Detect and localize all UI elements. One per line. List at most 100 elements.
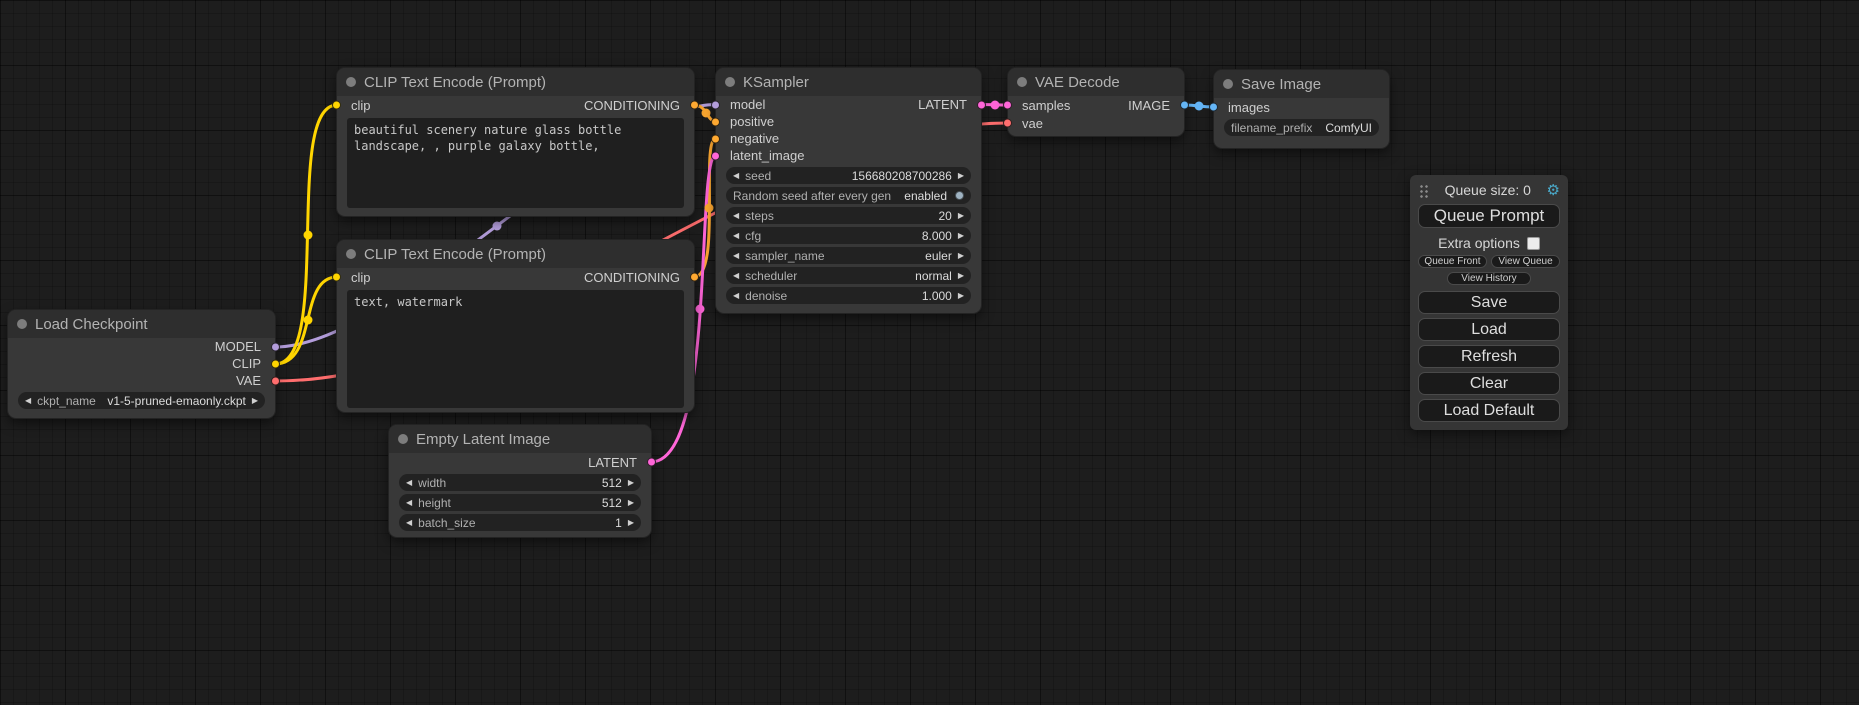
output-slot-label: MODEL <box>215 339 261 354</box>
comfy-menu-panel[interactable]: Queue size: 0 ⚙ Queue Prompt Extra optio… <box>1410 175 1568 430</box>
increment-arrow-icon[interactable]: ▶ <box>628 499 634 507</box>
widget-name: height <box>418 496 451 510</box>
decrement-arrow-icon[interactable]: ◀ <box>406 519 412 527</box>
node-titlebar[interactable]: KSampler <box>716 68 981 96</box>
increment-arrow-icon[interactable]: ▶ <box>958 232 964 240</box>
output-slot-clip-dot[interactable] <box>271 359 280 368</box>
increment-arrow-icon[interactable]: ▶ <box>628 479 634 487</box>
output-slot-label: VAE <box>236 373 261 388</box>
node-title: Load Checkpoint <box>35 316 148 333</box>
node-titlebar[interactable]: Empty Latent Image <box>389 425 651 453</box>
output-slot-conditioning-dot[interactable] <box>690 101 699 110</box>
increment-arrow-icon[interactable]: ▶ <box>958 172 964 180</box>
decrement-arrow-icon[interactable]: ◀ <box>733 212 739 220</box>
graph-canvas[interactable]: Load Checkpoint MODEL CLIP VAE ◀ ckpt_na… <box>0 0 1859 705</box>
widget-denoise[interactable]: ◀ denoise 1.000 ▶ <box>726 287 971 304</box>
decrement-arrow-icon[interactable]: ◀ <box>733 292 739 300</box>
output-slot-latent-dot[interactable] <box>647 458 656 467</box>
clear-button[interactable]: Clear <box>1418 372 1560 395</box>
slot-row: model LATENT <box>716 96 981 113</box>
node-collapse-dot[interactable] <box>398 434 408 444</box>
slot-row: clip CONDITIONING <box>337 268 694 286</box>
node-ksampler[interactable]: KSampler model LATENT positive negative … <box>716 68 981 313</box>
widget-ckpt-name[interactable]: ◀ ckpt_name v1-5-pruned-emaonly.ckpt ▶ <box>18 392 265 409</box>
widget-filename-prefix[interactable]: filename_prefix ComfyUI <box>1224 119 1379 136</box>
decrement-arrow-icon[interactable]: ◀ <box>406 479 412 487</box>
decrement-arrow-icon[interactable]: ◀ <box>733 272 739 280</box>
input-slot-positive-dot[interactable] <box>711 117 720 126</box>
widget-height[interactable]: ◀ height 512 ▶ <box>399 494 641 511</box>
node-clip-text-encode-negative[interactable]: CLIP Text Encode (Prompt) clip CONDITION… <box>337 240 694 412</box>
input-slot-negative-dot[interactable] <box>711 134 720 143</box>
node-titlebar[interactable]: Save Image <box>1214 70 1389 98</box>
widget-steps[interactable]: ◀ steps 20 ▶ <box>726 207 971 224</box>
node-collapse-dot[interactable] <box>346 77 356 87</box>
widget-width[interactable]: ◀ width 512 ▶ <box>399 474 641 491</box>
prompt-textarea[interactable]: beautiful scenery nature glass bottle la… <box>347 118 684 208</box>
widget-scheduler[interactable]: ◀ scheduler normal ▶ <box>726 267 971 284</box>
node-collapse-dot[interactable] <box>346 249 356 259</box>
decrement-arrow-icon[interactable]: ◀ <box>733 252 739 260</box>
increment-arrow-icon[interactable]: ▶ <box>958 212 964 220</box>
node-save-image[interactable]: Save Image images filename_prefix ComfyU… <box>1214 70 1389 148</box>
widget-seed[interactable]: ◀ seed 156680208700286 ▶ <box>726 167 971 184</box>
queue-prompt-button[interactable]: Queue Prompt <box>1418 204 1560 228</box>
output-slot-vae-dot[interactable] <box>271 376 280 385</box>
output-slot-latent-dot[interactable] <box>977 100 986 109</box>
node-collapse-dot[interactable] <box>1017 77 1027 87</box>
node-load-checkpoint[interactable]: Load Checkpoint MODEL CLIP VAE ◀ ckpt_na… <box>8 310 275 418</box>
slot-row: clip CONDITIONING <box>337 96 694 114</box>
output-slot-image-dot[interactable] <box>1180 101 1189 110</box>
queue-front-button[interactable]: Queue Front <box>1418 255 1487 268</box>
load-button[interactable]: Load <box>1418 318 1560 341</box>
load-default-button[interactable]: Load Default <box>1418 399 1560 422</box>
widget-random-seed-toggle[interactable]: Random seed after every gen enabled <box>726 187 971 204</box>
node-collapse-dot[interactable] <box>17 319 27 329</box>
save-button[interactable]: Save <box>1418 291 1560 314</box>
node-titlebar[interactable]: Load Checkpoint <box>8 310 275 338</box>
node-empty-latent-image[interactable]: Empty Latent Image LATENT ◀ width 512 ▶ … <box>389 425 651 537</box>
widget-cfg[interactable]: ◀ cfg 8.000 ▶ <box>726 227 971 244</box>
view-queue-button[interactable]: View Queue <box>1491 255 1560 268</box>
decrement-arrow-icon[interactable]: ◀ <box>406 499 412 507</box>
widget-name: denoise <box>745 289 787 303</box>
node-collapse-dot[interactable] <box>725 77 735 87</box>
node-titlebar[interactable]: CLIP Text Encode (Prompt) <box>337 240 694 268</box>
widget-name: width <box>418 476 446 490</box>
widget-batch-size[interactable]: ◀ batch_size 1 ▶ <box>399 514 641 531</box>
increment-arrow-icon[interactable]: ▶ <box>958 292 964 300</box>
drag-handle-icon[interactable] <box>1418 183 1429 198</box>
input-slot-clip-dot[interactable] <box>332 273 341 282</box>
node-collapse-dot[interactable] <box>1223 79 1233 89</box>
input-slot-label: images <box>1228 100 1270 115</box>
toggle-dot-icon[interactable] <box>955 191 964 200</box>
decrement-arrow-icon[interactable]: ◀ <box>25 397 31 405</box>
increment-arrow-icon[interactable]: ▶ <box>628 519 634 527</box>
extra-options-checkbox[interactable] <box>1527 237 1540 250</box>
increment-arrow-icon[interactable]: ▶ <box>958 272 964 280</box>
input-slot-samples-dot[interactable] <box>1003 101 1012 110</box>
input-slot-clip-dot[interactable] <box>332 101 341 110</box>
node-clip-text-encode-positive[interactable]: CLIP Text Encode (Prompt) clip CONDITION… <box>337 68 694 216</box>
increment-arrow-icon[interactable]: ▶ <box>252 397 258 405</box>
link-midpoint-dot <box>304 316 313 325</box>
widget-name: Random seed after every gen <box>733 189 891 203</box>
input-slot-latent-image-dot[interactable] <box>711 151 720 160</box>
refresh-button[interactable]: Refresh <box>1418 345 1560 368</box>
view-history-button[interactable]: View History <box>1447 272 1531 285</box>
widget-sampler-name[interactable]: ◀ sampler_name euler ▶ <box>726 247 971 264</box>
node-vae-decode[interactable]: VAE Decode samples IMAGE vae <box>1008 68 1184 136</box>
node-titlebar[interactable]: VAE Decode <box>1008 68 1184 96</box>
input-slot-label: latent_image <box>730 148 804 163</box>
node-titlebar[interactable]: CLIP Text Encode (Prompt) <box>337 68 694 96</box>
decrement-arrow-icon[interactable]: ◀ <box>733 172 739 180</box>
input-slot-model-dot[interactable] <box>711 100 720 109</box>
prompt-textarea[interactable]: text, watermark <box>347 290 684 408</box>
settings-gear-icon[interactable]: ⚙ <box>1547 183 1560 198</box>
input-slot-images-dot[interactable] <box>1209 103 1218 112</box>
input-slot-vae-dot[interactable] <box>1003 119 1012 128</box>
output-slot-model-dot[interactable] <box>271 342 280 351</box>
increment-arrow-icon[interactable]: ▶ <box>958 252 964 260</box>
output-slot-conditioning-dot[interactable] <box>690 273 699 282</box>
decrement-arrow-icon[interactable]: ◀ <box>733 232 739 240</box>
